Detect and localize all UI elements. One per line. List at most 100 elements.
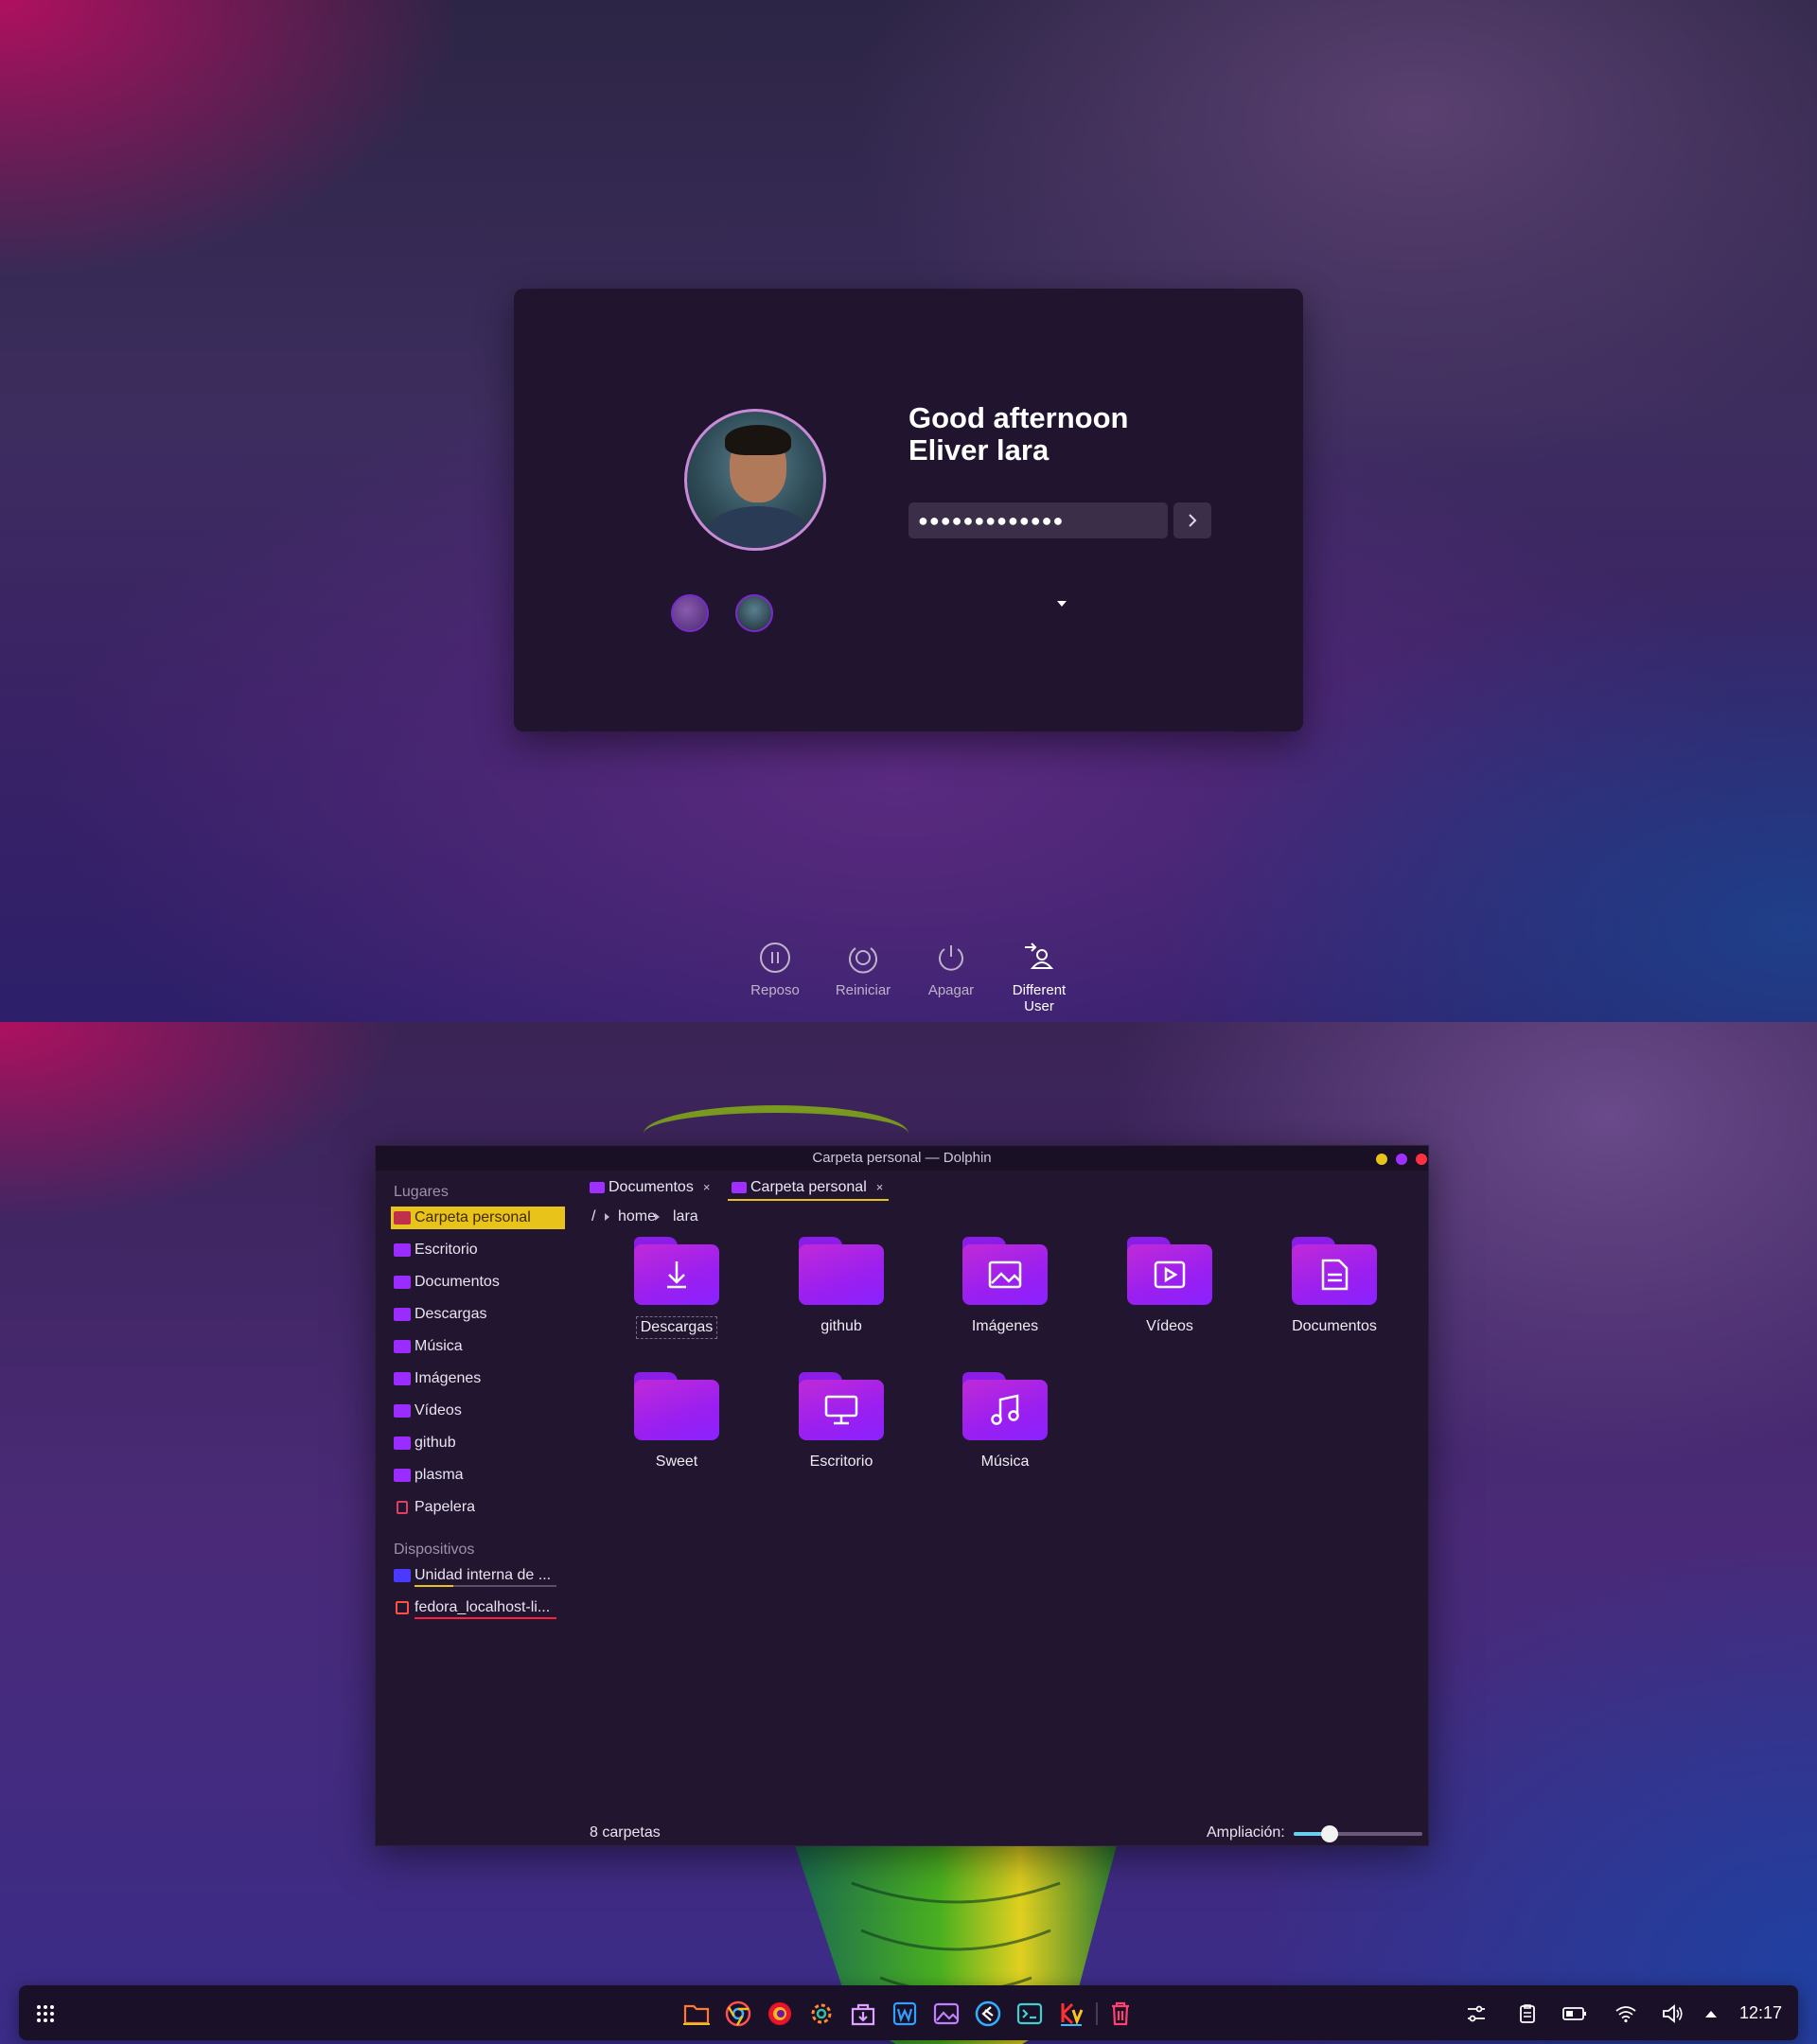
user-avatar-small-2[interactable] — [735, 594, 773, 632]
desktop-folder-icon — [394, 1243, 411, 1257]
chrome-icon[interactable] — [725, 2000, 751, 2027]
sidebar-item-imagenes[interactable]: Imágenes — [391, 1367, 565, 1390]
restart-button[interactable]: Reiniciar — [820, 939, 906, 998]
breadcrumb-lara[interactable]: lara — [673, 1208, 698, 1225]
active-app-indicator — [683, 2023, 710, 2025]
trash-icon[interactable] — [1107, 2000, 1134, 2027]
sidebar-device-fedora[interactable]: fedora_localhost-li... — [391, 1596, 565, 1619]
login-card: Good afternoon Eliver lara ●●●●●●●●●●●●● — [514, 289, 1303, 731]
places-header: Lugares — [394, 1184, 449, 1200]
sleep-icon — [760, 943, 790, 973]
battery-icon[interactable] — [1561, 2000, 1588, 2027]
sliders-icon[interactable] — [1463, 2000, 1490, 2027]
downloads-folder-icon — [394, 1308, 411, 1321]
folder-icon[interactable] — [683, 2000, 710, 2027]
trash-icon — [397, 1501, 408, 1514]
videos-folder-icon — [1127, 1237, 1212, 1305]
settings-icon[interactable] — [808, 2000, 835, 2027]
folder-sweet[interactable]: Sweet — [606, 1372, 748, 1472]
sidebar-item-videos[interactable]: Vídeos — [391, 1400, 565, 1422]
sidebar-item-label: plasma — [415, 1467, 464, 1483]
folder-label: github — [820, 1318, 862, 1334]
sidebar-item-label: Música — [415, 1338, 463, 1354]
breadcrumb-root[interactable]: / — [591, 1208, 595, 1225]
login-button[interactable] — [1173, 502, 1211, 538]
zoom-slider-handle[interactable] — [1321, 1825, 1339, 1842]
device-usage-fill — [415, 1585, 453, 1587]
window-titlebar[interactable]: Carpeta personal — Dolphin — [376, 1146, 1428, 1171]
folder-label: Sweet — [655, 1454, 698, 1470]
tab-label: Documentos — [609, 1179, 694, 1195]
downloads-folder-icon — [634, 1237, 719, 1305]
tab-label: Carpeta personal — [750, 1179, 867, 1195]
zoom-slider[interactable] — [1294, 1825, 1422, 1842]
clipboard-icon[interactable] — [1514, 2000, 1541, 2027]
sleep-button[interactable]: Reposo — [732, 939, 818, 998]
home-icon — [394, 1211, 411, 1225]
user-avatar[interactable] — [684, 409, 826, 551]
password-field[interactable]: ●●●●●●●●●●●●● — [908, 502, 1168, 538]
folder-github[interactable]: github — [770, 1237, 912, 1337]
app-grid-icon[interactable] — [32, 2000, 59, 2027]
zoom-label: Ampliación: — [1207, 1824, 1285, 1841]
folder-imagenes[interactable]: Imágenes — [934, 1237, 1076, 1337]
user-avatar-small-1[interactable] — [671, 594, 709, 632]
tray-expand-icon[interactable] — [1698, 2000, 1724, 2027]
music-folder-icon — [962, 1372, 1048, 1440]
tab-documentos[interactable]: Documentos × — [586, 1176, 710, 1201]
sidebar-item-escritorio[interactable]: Escritorio — [391, 1239, 565, 1261]
folder-musica[interactable]: Música — [934, 1372, 1076, 1472]
writer-icon[interactable] — [891, 2000, 918, 2027]
pictures-folder-icon — [394, 1372, 411, 1385]
shutdown-label: Apagar — [927, 982, 975, 998]
sidebar-item-label: Escritorio — [415, 1242, 478, 1258]
image-viewer-icon[interactable] — [933, 2000, 960, 2027]
drive-icon — [394, 1569, 411, 1582]
folder-descargas[interactable]: Descargas — [606, 1237, 748, 1339]
terminal-icon[interactable] — [1016, 2000, 1043, 2027]
tab-close-icon[interactable]: × — [703, 1180, 711, 1194]
devices-header: Dispositivos — [394, 1542, 475, 1558]
clock[interactable]: 12:17 — [1739, 2003, 1782, 2023]
sidebar-item-papelera[interactable]: Papelera — [391, 1496, 565, 1519]
folder-videos[interactable]: Vídeos — [1099, 1237, 1241, 1337]
sidebar-item-label: Vídeos — [415, 1402, 462, 1418]
sidebar-item-github[interactable]: github — [391, 1432, 565, 1454]
sidebar-item-carpeta-personal[interactable]: Carpeta personal — [391, 1207, 565, 1229]
firefox-icon[interactable] — [767, 2000, 793, 2027]
tab-close-icon[interactable]: × — [876, 1180, 884, 1194]
music-folder-icon — [394, 1340, 411, 1353]
sidebar-item-musica[interactable]: Música — [391, 1335, 565, 1358]
volume-icon[interactable] — [1660, 2000, 1686, 2027]
status-text: 8 carpetas — [590, 1824, 661, 1841]
folder-icon — [590, 1182, 605, 1193]
folder-documentos[interactable]: Documentos — [1263, 1237, 1405, 1337]
minimize-button[interactable] — [1376, 1154, 1387, 1165]
close-button[interactable] — [1416, 1154, 1427, 1165]
folder-escritorio[interactable]: Escritorio — [770, 1372, 912, 1472]
breadcrumb-separator-icon — [655, 1213, 660, 1221]
folder-icon — [799, 1237, 884, 1305]
maximize-button[interactable] — [1396, 1154, 1407, 1165]
sidebar-item-documentos[interactable]: Documentos — [391, 1271, 565, 1294]
discover-icon[interactable] — [850, 2000, 876, 2027]
wifi-icon[interactable] — [1613, 2000, 1639, 2027]
pictures-folder-icon — [962, 1237, 1048, 1305]
sidebar-item-plasma[interactable]: plasma — [391, 1464, 565, 1487]
breadcrumb-home[interactable]: home — [618, 1208, 656, 1225]
tab-carpeta-personal[interactable]: Carpeta personal × — [728, 1176, 890, 1201]
folder-label: Descargas — [635, 1316, 718, 1339]
shutdown-button[interactable]: Apagar — [908, 939, 994, 998]
vscode-icon[interactable] — [975, 2000, 1001, 2027]
switch-user-button[interactable]: Different User — [997, 939, 1082, 1014]
folder-label: Música — [980, 1454, 1030, 1470]
device-usage-fill — [415, 1617, 556, 1619]
session-dropdown-icon[interactable] — [1057, 601, 1067, 607]
folder-label: Documentos — [1292, 1318, 1377, 1334]
sidebar-device-internal[interactable]: Unidad interna de ... — [391, 1564, 565, 1587]
greeting: Good afternoon Eliver lara — [908, 402, 1128, 467]
krita-icon[interactable] — [1058, 2000, 1085, 2027]
device-usage-bar — [415, 1585, 556, 1587]
sidebar-item-descargas[interactable]: Descargas — [391, 1303, 565, 1326]
videos-folder-icon — [394, 1404, 411, 1418]
